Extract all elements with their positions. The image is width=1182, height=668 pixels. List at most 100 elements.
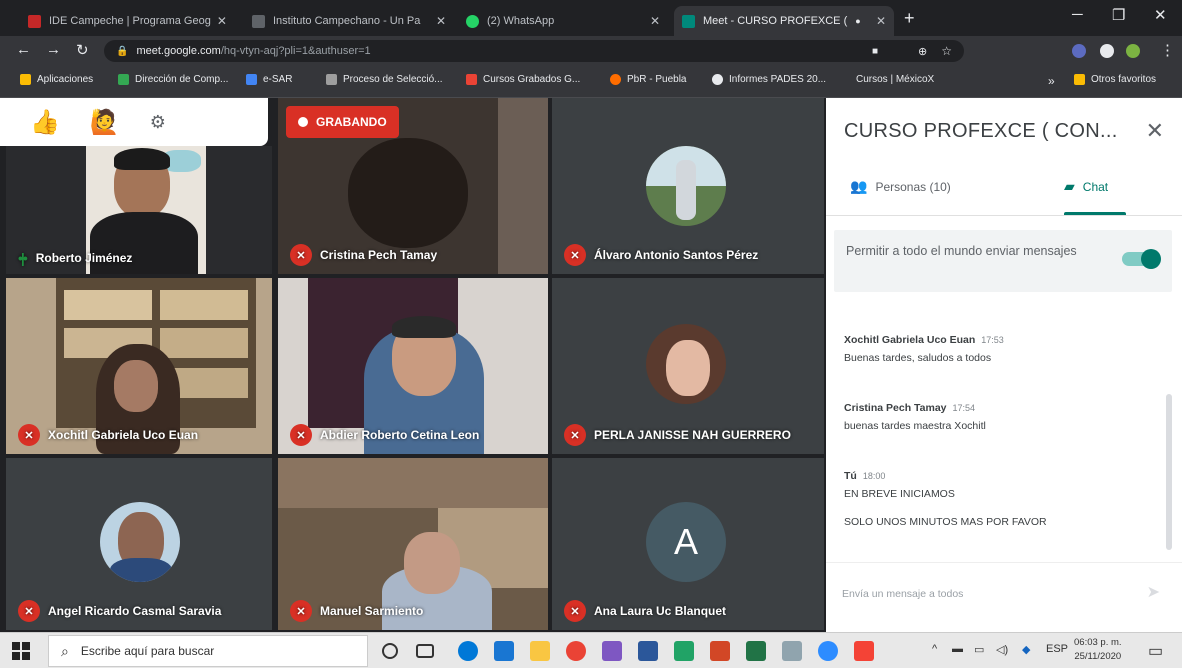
app-icon[interactable] (602, 641, 622, 661)
browser-tab-active[interactable]: Meet - CURSO PROFEXCE ( ● ✕ (674, 6, 894, 36)
url-bar[interactable]: 🔒 meet.google.com /hq-vtyn-aqj?pli=1&aut… (104, 40, 964, 62)
tab-chat[interactable]: ▰ Chat (1064, 178, 1108, 195)
participant-tile[interactable]: A ✕ Ana Laura Uc Blanquet (552, 458, 824, 630)
meeting-title: CURSO PROFEXCE ( CON... (844, 120, 1118, 142)
bookmark-item[interactable]: Cursos Grabados G... (466, 74, 580, 85)
url-host: meet.google.com (136, 45, 221, 57)
zoom-app-icon[interactable] (818, 641, 838, 661)
globe-icon (712, 74, 723, 85)
settings-gear-icon[interactable]: ⚙ (150, 112, 166, 133)
start-pane (12, 642, 20, 650)
notifications-icon[interactable]: ▭ (1148, 641, 1163, 661)
start-pane (22, 642, 30, 650)
raise-hand-icon[interactable]: 🙋 (90, 108, 120, 137)
network-icon[interactable]: ▬ (952, 643, 963, 655)
app-icon[interactable] (782, 641, 802, 661)
tab-close-icon[interactable]: ✕ (430, 14, 446, 28)
participant-name: ✕ PERLA JANISSE NAH GUERRERO (564, 424, 791, 446)
bookmark-favicon-icon (246, 74, 257, 85)
bookmark-label: Cursos Grabados G... (483, 74, 581, 85)
acrobat-icon[interactable] (854, 641, 874, 661)
participant-tile[interactable]: ✕ Angel Ricardo Casmal Saravia (6, 458, 272, 630)
participant-tile[interactable]: ✕ PERLA JANISSE NAH GUERRERO (552, 278, 824, 454)
browser-tab[interactable]: Instituto Campechano - Un Pa ✕ (244, 6, 454, 36)
camera-in-use-icon[interactable]: ■ (872, 46, 878, 57)
app-tray-icon[interactable]: ◆ (1022, 643, 1030, 656)
word-icon[interactable] (638, 641, 658, 661)
minimize-icon[interactable]: ─ (1072, 6, 1083, 23)
reload-icon[interactable]: ↻ (76, 41, 89, 59)
tab-close-icon[interactable]: ✕ (870, 14, 886, 28)
participant-face (114, 360, 158, 412)
windows-start-icon[interactable] (12, 642, 30, 660)
task-view-icon[interactable] (416, 644, 434, 658)
app-green-icon[interactable] (674, 641, 694, 661)
edge-icon[interactable] (458, 641, 478, 661)
participant-tile[interactable]: •|• Roberto Jiménez (6, 146, 272, 274)
bookmark-star-icon[interactable]: ☆ (941, 44, 952, 58)
message-text: SOLO UNOS MINUTOS MAS POR FAVOR (844, 516, 1047, 528)
bookmark-item[interactable]: Informes PADES 20... (712, 74, 826, 85)
bookmark-item[interactable]: e-SAR (246, 74, 292, 85)
screen: IDE Campeche | Programa Geog ✕ Instituto… (0, 0, 1182, 668)
extensions-puzzle-icon[interactable] (1100, 44, 1114, 58)
store-icon[interactable] (494, 641, 514, 661)
tray-expand-icon[interactable]: ^ (932, 643, 937, 655)
system-clock[interactable]: 06:03 p. m. 25/11/2020 (1074, 636, 1122, 664)
zoom-icon[interactable]: ⊕ (918, 45, 927, 58)
message-time: 17:54 (952, 403, 976, 413)
chat-scrollbar[interactable] (1166, 394, 1172, 550)
tab-divider (826, 215, 1182, 216)
more-bookmarks-icon[interactable]: » (1048, 74, 1055, 88)
participant-name-text: Angel Ricardo Casmal Saravia (48, 604, 222, 618)
battery-icon[interactable]: ▭ (974, 643, 984, 656)
powerpoint-icon[interactable] (710, 641, 730, 661)
forward-icon[interactable]: → (46, 41, 61, 58)
maximize-icon[interactable]: ❐ (1112, 6, 1125, 24)
browser-tab[interactable]: IDE Campeche | Programa Geog ✕ (20, 6, 230, 36)
tab-close-icon[interactable]: ✕ (211, 14, 227, 28)
bookmark-favicon-icon (610, 74, 621, 85)
file-explorer-icon[interactable] (530, 641, 550, 661)
cortana-icon[interactable] (382, 643, 398, 659)
tab-people[interactable]: 👥 Personas (10) (850, 178, 951, 195)
allow-messages-toggle[interactable] (1122, 249, 1161, 269)
avatar-face (666, 340, 710, 396)
allow-messages-setting: Permitir a todo el mundo enviar mensajes (834, 230, 1172, 292)
bookmark-item[interactable]: Dirección de Comp... (118, 74, 228, 85)
back-icon[interactable]: ← (16, 41, 31, 58)
send-icon[interactable]: ➤ (1147, 582, 1160, 602)
start-pane (12, 652, 20, 660)
participant-tile[interactable]: ✕ Álvaro Antonio Santos Pérez (552, 98, 824, 274)
bookmark-aplicaciones[interactable]: Aplicaciones (20, 74, 93, 85)
start-pane (22, 652, 30, 660)
browser-tab[interactable]: (2) WhatsApp ✕ (458, 6, 668, 36)
profile-avatar-icon[interactable] (1126, 44, 1140, 58)
participant-name-text: Roberto Jiménez (35, 251, 133, 265)
bookmark-item[interactable]: PbR - Puebla (610, 74, 686, 85)
volume-icon[interactable]: ◁) (996, 643, 1008, 656)
chrome-menu-icon[interactable]: ⋮ (1160, 41, 1175, 59)
participant-tile[interactable]: ✕ Manuel Sarmiento (278, 458, 548, 630)
participant-tile[interactable]: ✕ Xochitl Gabriela Uco Euan (6, 278, 272, 454)
participant-name: ✕ Abdier Roberto Cetina Leon (290, 424, 479, 446)
chat-icon: ▰ (1064, 178, 1075, 194)
books (64, 290, 152, 320)
tab-close-icon[interactable]: ✕ (644, 14, 660, 28)
new-tab-icon[interactable]: + (904, 8, 915, 29)
participant-name: •|• Roberto Jiménez (18, 250, 132, 266)
recording-dot-icon: ● (855, 16, 861, 26)
participant-tile[interactable]: ✕ Abdier Roberto Cetina Leon (278, 278, 548, 454)
thumbs-up-icon[interactable]: 👍 (30, 108, 60, 137)
chat-message-input[interactable]: Envía un mensaje a todos (842, 588, 963, 600)
bookmark-otros-favoritos[interactable]: Otros favoritos (1074, 74, 1156, 85)
language-indicator[interactable]: ESP (1046, 643, 1068, 655)
bookmark-item[interactable]: Cursos | MéxicoX (856, 74, 934, 85)
close-panel-icon[interactable]: ✕ (1146, 118, 1164, 144)
taskbar-search-box[interactable]: ⌕ Escribe aquí para buscar (48, 635, 368, 667)
chrome-icon[interactable] (566, 641, 586, 661)
bookmark-item[interactable]: Proceso de Selecció... (326, 74, 443, 85)
excel-icon[interactable] (746, 641, 766, 661)
extension-icon[interactable] (1072, 44, 1086, 58)
close-window-icon[interactable]: ✕ (1154, 6, 1167, 24)
